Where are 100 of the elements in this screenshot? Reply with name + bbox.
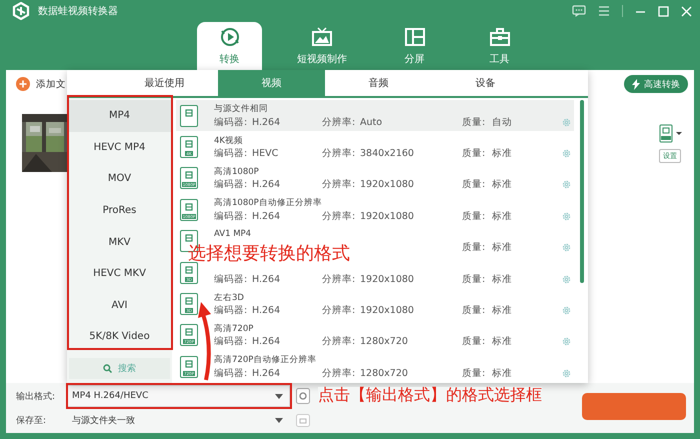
codec-value: H.264 (252, 368, 282, 379)
format-item[interactable]: HEVC MKV (67, 258, 172, 290)
quality-label: 质量: (462, 116, 486, 129)
gear-icon[interactable] (562, 274, 571, 284)
resolution-value: 1920x1080 (360, 274, 415, 285)
codec-label: 编码器: (214, 210, 248, 223)
toolbox-icon (488, 26, 510, 48)
quality-label: 质量: (462, 272, 486, 286)
resolution-label: 分辨率: (322, 304, 356, 318)
gear-icon[interactable] (562, 118, 571, 127)
lightning-icon (632, 78, 640, 90)
quality-value: 标准 (492, 210, 513, 223)
gear-icon[interactable] (562, 306, 571, 316)
fast-convert-button[interactable]: 高速转换 (624, 75, 688, 93)
output-format-icon[interactable] (658, 124, 682, 144)
output-format-label: 输出格式: (16, 390, 56, 402)
preset-row[interactable]: 与源文件相同 编码器: H.264 分辨率: Auto 质量: 自动 (176, 100, 574, 132)
codec-label: 编码器: (214, 178, 248, 192)
format-item[interactable]: 5K/8K Video (67, 321, 172, 353)
format-item[interactable]: MP4 (67, 100, 172, 132)
quality-value: 标准 (492, 335, 513, 348)
gear-icon[interactable] (562, 243, 571, 252)
quality-value: 标准 (492, 147, 513, 160)
window-title: 数据蛙视频转换器 (38, 4, 118, 18)
quality-label: 质量: (462, 304, 486, 318)
codec-label: 编码器: (214, 335, 248, 348)
gear-icon[interactable] (562, 149, 571, 158)
quality-label: 质量: (462, 366, 486, 380)
preset-name: AV1 MP4 (214, 228, 252, 240)
resolution-value: 1920x1080 (360, 305, 415, 316)
codec-value: H.264 (252, 210, 282, 222)
caret-icon (275, 418, 283, 422)
caret-icon (275, 394, 283, 398)
format-tab[interactable]: 设备 (432, 70, 539, 96)
resolution-value: 1920x1080 (360, 210, 415, 222)
resolution-label: 分辨率: (322, 335, 356, 348)
plus-icon (16, 77, 30, 91)
output-format-dropdown[interactable]: MP4 H.264/HEVC (67, 385, 290, 407)
annotation-text: 点击【输出格式】的格式选择框 (318, 387, 542, 403)
scrollbar[interactable] (580, 100, 584, 283)
quality-label: 质量: (462, 335, 486, 348)
close-icon[interactable] (681, 6, 692, 16)
annotation-text: 选择想要转换的格式 (188, 245, 350, 263)
maximize-icon[interactable] (658, 6, 669, 16)
format-item[interactable]: MOV (67, 163, 172, 195)
preset-name: 高清720P (214, 322, 254, 334)
quality-value: 标准 (492, 304, 513, 318)
gear-icon[interactable] (562, 368, 571, 378)
quality-label: 质量: (462, 178, 486, 192)
codec-label: 编码器: (214, 147, 248, 160)
format-item[interactable]: AVI (67, 290, 172, 322)
codec-label: 编码器: (214, 116, 248, 129)
codec-label: 编码器: (214, 304, 248, 318)
resolution-label: 分辨率: (322, 272, 356, 286)
quality-value: 标准 (492, 272, 513, 286)
codec-label: 编码器: (214, 366, 248, 380)
save-folder-dropdown[interactable]: 与源文件夹一致 (67, 409, 290, 431)
chat-icon[interactable] (572, 5, 586, 17)
preset-name: 4K视频 (214, 134, 244, 146)
format-item[interactable]: ProRes (67, 194, 172, 226)
format-item[interactable]: HEVC MP4 (67, 132, 172, 164)
resolution-value: 1280x720 (360, 368, 409, 379)
split-screen-icon (404, 26, 426, 48)
main-tab[interactable]: 短视频制作 (282, 22, 362, 70)
add-file-button[interactable]: 添加文 (16, 77, 66, 91)
codec-value: H.264 (252, 336, 282, 348)
quality-label: 质量: (462, 147, 486, 160)
gear-icon[interactable] (562, 180, 571, 190)
resolution-value: 3840x2160 (360, 148, 415, 160)
format-settings-icon[interactable] (296, 388, 310, 404)
preset-name: 高清720P自动修正分辨率 (214, 354, 318, 366)
codec-value: H.264 (252, 274, 282, 285)
preset-name: 与源文件相同 (214, 103, 269, 114)
main-tab[interactable]: 工具 (467, 22, 532, 70)
quality-label: 质量: (462, 210, 486, 223)
quality-value: 标准 (492, 241, 513, 254)
resolution-label: 分辨率: (322, 147, 356, 160)
quality-value: 标准 (492, 366, 513, 380)
preset-name: 左右3D (214, 292, 245, 303)
format-item[interactable]: MKV (67, 226, 172, 258)
menu-icon[interactable] (598, 6, 610, 16)
main-tab[interactable]: 转换 (197, 22, 262, 70)
resolution-label: 分辨率: (322, 210, 356, 223)
gear-icon[interactable] (562, 212, 571, 221)
resolution-value: 1280x720 (360, 336, 409, 348)
codec-value: HEVC (252, 148, 280, 160)
format-tab[interactable]: 最近使用 (111, 70, 218, 96)
resolution-label: 分辨率: (322, 178, 356, 192)
main-tab[interactable]: 分屏 (382, 22, 447, 70)
quality-value: 自动 (492, 116, 513, 129)
gear-icon[interactable] (562, 337, 571, 346)
preset-name: 高清1080P (214, 166, 260, 177)
convert-all-button[interactable] (582, 393, 686, 420)
resolution-label: 分辨率: (322, 366, 356, 380)
codec-value: H.264 (252, 116, 282, 128)
convert-icon (218, 26, 240, 48)
folder-icon[interactable] (296, 414, 310, 426)
save-to-label: 保存至: (16, 414, 48, 426)
format-tab[interactable]: 音频 (325, 70, 432, 96)
format-tab[interactable]: 视频 (218, 70, 325, 96)
